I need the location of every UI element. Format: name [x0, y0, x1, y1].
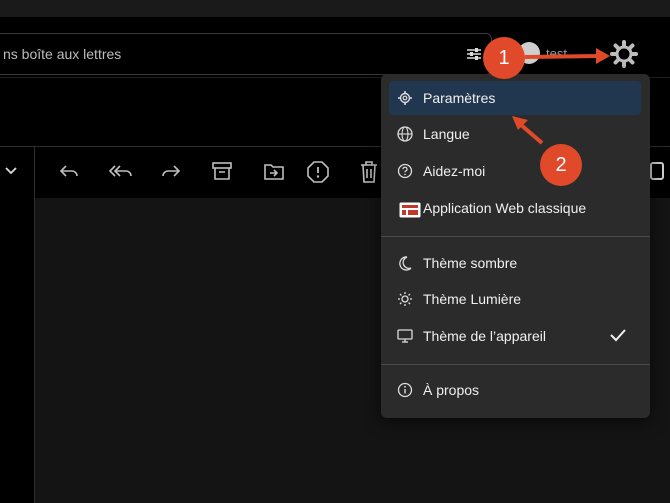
annotation-arrows: [512, 48, 610, 145]
annotation-badge-1: 1: [483, 37, 525, 79]
annotation-badge-2: 2: [540, 144, 582, 186]
